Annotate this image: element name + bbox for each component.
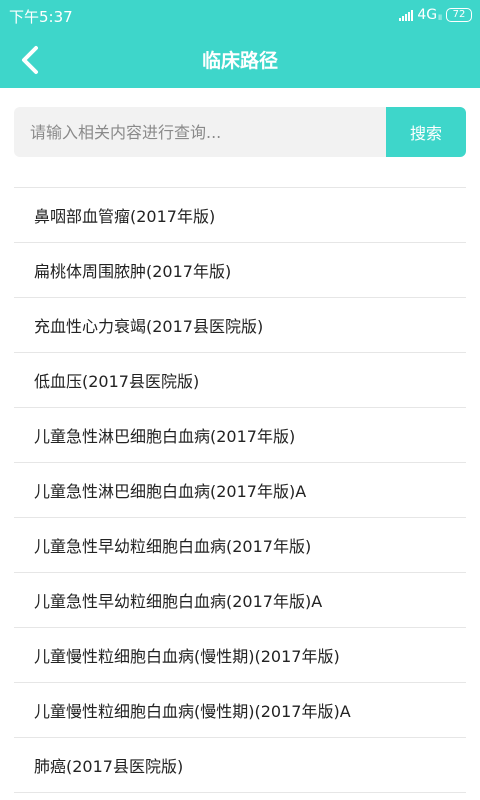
list-item[interactable]: 扁桃体周围脓肿(2017年版) xyxy=(14,243,466,298)
network-type: 4G xyxy=(417,7,438,23)
search-button[interactable]: 搜索 xyxy=(386,107,466,157)
page-title: 临床路径 xyxy=(201,50,278,72)
status-bar: 下午5:37 4G ll 72 xyxy=(0,0,480,30)
list-item[interactable]: 儿童急性淋巴细胞白血病(2017年版) xyxy=(14,408,466,463)
list-item[interactable]: 儿童急性淋巴细胞白血病(2017年版)A xyxy=(14,463,466,518)
list-item[interactable]: 充血性心力衰竭(2017县医院版) xyxy=(14,298,466,353)
network-sub: ll xyxy=(438,14,442,22)
list-item[interactable]: 儿童慢性粒细胞白血病(慢性期)(2017年版) xyxy=(14,628,466,683)
title-bar: 临床路径 xyxy=(0,30,480,88)
app-header: 下午5:37 4G ll 72 临床路径 xyxy=(0,0,480,88)
search-bar: 搜索 xyxy=(14,107,466,157)
status-time: 下午5:37 xyxy=(9,8,73,26)
list-item[interactable]: 儿童急性早幼粒细胞白血病(2017年版) xyxy=(14,518,466,573)
list-item[interactable]: 肺癌(2017县医院版) xyxy=(14,738,466,793)
search-input[interactable] xyxy=(14,107,386,157)
list-item[interactable]: 儿童急性早幼粒细胞白血病(2017年版)A xyxy=(14,573,466,628)
list-item[interactable]: 儿童慢性粒细胞白血病(慢性期)(2017年版)A xyxy=(14,683,466,738)
list-item[interactable]: 低血压(2017县医院版) xyxy=(14,353,466,408)
signal-icon xyxy=(399,9,414,21)
pathway-list: 鼻咽部血管瘤(2017年版) 扁桃体周围脓肿(2017年版) 充血性心力衰竭(2… xyxy=(14,187,466,793)
list-item[interactable]: 鼻咽部血管瘤(2017年版) xyxy=(14,188,466,243)
status-indicators: 4G ll 72 xyxy=(399,6,472,24)
battery-icon: 72 xyxy=(446,8,472,22)
